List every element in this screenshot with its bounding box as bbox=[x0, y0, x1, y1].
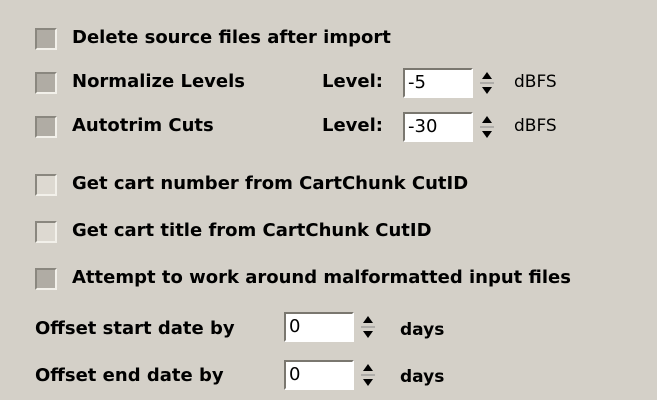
offset-end-unit: days bbox=[400, 367, 445, 387]
delete-source-label: Delete source files after import bbox=[72, 27, 391, 48]
offset-start-input[interactable]: 0 bbox=[284, 312, 354, 342]
cart-number-label: Get cart number from CartChunk CutID bbox=[72, 173, 469, 194]
normalize-level-stepper[interactable] bbox=[478, 68, 496, 98]
autotrim-level-input[interactable]: -30 bbox=[403, 112, 473, 142]
cart-number-checkbox[interactable] bbox=[35, 174, 57, 196]
malformatted-label: Attempt to work around malformatted inpu… bbox=[72, 267, 571, 288]
autotrim-level-label: Level: bbox=[322, 115, 383, 136]
cart-title-checkbox[interactable] bbox=[35, 221, 57, 243]
offset-start-label: Offset start date by bbox=[35, 318, 235, 339]
normalize-level-label: Level: bbox=[322, 71, 383, 92]
delete-source-checkbox[interactable] bbox=[35, 28, 57, 50]
autotrim-level-stepper[interactable] bbox=[478, 112, 496, 142]
normalize-unit: dBFS bbox=[514, 72, 557, 92]
normalize-label: Normalize Levels bbox=[72, 71, 246, 92]
malformatted-checkbox[interactable] bbox=[35, 268, 57, 290]
cart-title-label: Get cart title from CartChunk CutID bbox=[72, 220, 432, 241]
autotrim-label: Autotrim Cuts bbox=[72, 115, 214, 136]
offset-end-stepper[interactable] bbox=[359, 360, 377, 390]
autotrim-checkbox[interactable] bbox=[35, 116, 57, 138]
offset-end-label: Offset end date by bbox=[35, 365, 224, 386]
offset-start-stepper[interactable] bbox=[359, 312, 377, 342]
normalize-level-input[interactable]: -5 bbox=[403, 68, 473, 98]
autotrim-unit: dBFS bbox=[514, 116, 557, 136]
offset-end-input[interactable]: 0 bbox=[284, 360, 354, 390]
normalize-checkbox[interactable] bbox=[35, 72, 57, 94]
offset-start-unit: days bbox=[400, 320, 445, 340]
